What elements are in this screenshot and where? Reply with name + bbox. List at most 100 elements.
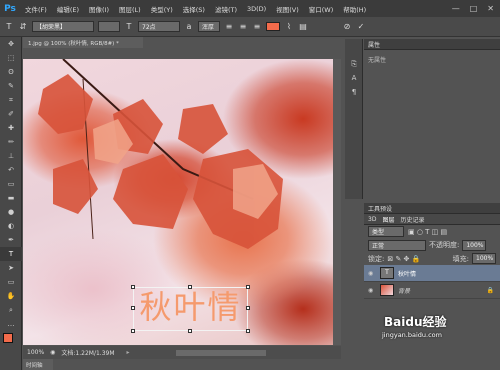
lock-icons[interactable]: ⊠ ✎ ✥ 🔒 (387, 255, 420, 263)
dodge-tool-icon[interactable]: ◐ (0, 219, 22, 233)
resize-handle[interactable] (188, 329, 192, 333)
status-bar: 100% ◉ 文档:1.22M/1.39M ▸ (23, 346, 341, 359)
properties-title[interactable]: 属性 (368, 40, 380, 49)
cancel-icon[interactable]: ⊘ (342, 22, 352, 31)
horizontal-scrollbar[interactable] (175, 349, 266, 356)
eraser-tool-icon[interactable]: ▭ (0, 177, 22, 191)
character-panel-icon[interactable]: ▤ (298, 22, 308, 31)
resize-handle[interactable] (131, 329, 135, 333)
resize-handle[interactable] (246, 329, 250, 333)
tool-presets-label[interactable]: 工具预设 (368, 204, 392, 213)
menu-help[interactable]: 帮助(H) (338, 4, 371, 14)
minimize-icon[interactable]: — (452, 4, 460, 13)
resize-handle[interactable] (131, 306, 135, 310)
opacity-label: 不透明度: (429, 241, 460, 249)
document-tab[interactable]: 1.jpg @ 100% (秋叶情, RGB/8#) * (23, 37, 143, 48)
properties-empty: 无属性 (368, 57, 387, 64)
info-icon[interactable]: ◉ (50, 349, 55, 356)
menu-3d[interactable]: 3D(D) (242, 5, 271, 13)
align-center-icon[interactable]: ≡ (238, 22, 248, 31)
paragraph-panel-icon[interactable]: ¶ (345, 85, 363, 99)
healing-brush-icon[interactable]: ✚ (0, 121, 22, 135)
antialias-select[interactable]: 浑厚 (198, 21, 220, 32)
timeline-tab[interactable]: 时间轴 (23, 359, 53, 370)
close-icon[interactable]: ✕ (487, 4, 494, 13)
quick-select-icon[interactable]: ✎ (0, 79, 22, 93)
layer-name[interactable]: 秋叶情 (398, 269, 416, 278)
history-panel-icon[interactable]: ⎘ (345, 57, 363, 71)
photoshop-logo: Ps (4, 3, 16, 14)
menu-window[interactable]: 窗口(W) (304, 4, 339, 14)
warp-text-icon[interactable]: ⌇ (284, 22, 294, 31)
fill-label: 填充: (452, 254, 469, 263)
layer-filter-select[interactable]: 类型 (368, 226, 404, 237)
brush-tool-icon[interactable]: ✏ (0, 135, 22, 149)
commit-check-icon[interactable]: ✓ (356, 22, 366, 31)
blur-tool-icon[interactable]: ● (0, 205, 22, 219)
document-info: 文档:1.22M/1.39M (61, 350, 115, 357)
blend-mode-select[interactable]: 正常 (368, 239, 426, 251)
watermark-url: jingyan.baidu.com (382, 331, 442, 339)
visibility-eye-icon[interactable]: ◉ (368, 270, 376, 277)
marquee-tool-icon[interactable]: ⬚ (0, 51, 22, 65)
shape-tool-icon[interactable]: ▭ (0, 275, 22, 289)
menu-layer[interactable]: 图层(L) (114, 4, 146, 14)
path-select-icon[interactable]: ➤ (0, 261, 22, 275)
resize-handle[interactable] (246, 306, 250, 310)
layer-name[interactable]: 背景 (398, 286, 410, 295)
menu-image[interactable]: 图像(I) (84, 4, 114, 14)
vertical-scrollbar[interactable] (333, 59, 341, 345)
resize-handle[interactable] (188, 285, 192, 289)
move-tool-icon[interactable]: ✥ (0, 37, 22, 51)
menu-file[interactable]: 文件(F) (20, 4, 52, 14)
align-left-icon[interactable]: ≡ (224, 22, 234, 31)
zoom-level[interactable]: 100% (27, 349, 44, 356)
font-style-select[interactable] (98, 21, 120, 32)
filter-icons[interactable]: ▣ ○ T ◫ ▤ (408, 228, 447, 236)
font-family-select[interactable]: 【胡荣黑】 (32, 21, 94, 32)
text-bounding-box[interactable] (131, 285, 250, 333)
font-size-select[interactable]: 72点 (138, 21, 180, 32)
layers-panel: 工具预设 3D 图层 历史记录 类型 ▣ ○ T ◫ ▤ 正常 不透明度: 10… (364, 203, 500, 370)
more-tools-icon[interactable]: … (0, 317, 22, 331)
foreground-color[interactable] (3, 333, 13, 343)
menu-edit[interactable]: 编辑(E) (52, 4, 84, 14)
maximize-icon[interactable]: □ (470, 4, 478, 13)
type-tool-icon[interactable]: T (0, 247, 22, 261)
text-orientation-icon[interactable]: ⇵ (18, 22, 28, 31)
character-panel-icon[interactable]: A (345, 71, 363, 85)
resize-handle[interactable] (246, 285, 250, 289)
color-swatches[interactable] (0, 331, 21, 353)
baidu-watermark: Baidu经验 (384, 315, 447, 329)
opacity-input[interactable]: 100% (462, 239, 487, 251)
tab-history[interactable]: 历史记录 (400, 215, 424, 224)
text-tool-icon[interactable]: T (4, 22, 14, 31)
layer-row-background[interactable]: ◉ 背景 🔒 (364, 282, 500, 299)
resize-handle[interactable] (131, 285, 135, 289)
menu-filter[interactable]: 滤镜(T) (210, 4, 242, 14)
tab-layers[interactable]: 图层 (382, 215, 394, 224)
lasso-tool-icon[interactable]: ʘ (0, 65, 22, 79)
align-right-icon[interactable]: ≡ (252, 22, 262, 31)
menu-select[interactable]: 选择(S) (178, 4, 210, 14)
background-layer-thumbnail (380, 284, 394, 296)
menu-view[interactable]: 视图(V) (271, 4, 304, 14)
eyedropper-icon[interactable]: ✐ (0, 107, 22, 121)
text-layer-thumbnail: T (380, 267, 394, 279)
text-color-swatch[interactable] (266, 22, 280, 31)
zoom-tool-icon[interactable]: ⌕ (0, 303, 22, 317)
lock-icon: 🔒 (486, 286, 494, 294)
fill-input[interactable]: 100% (472, 253, 496, 264)
history-brush-icon[interactable]: ↶ (0, 163, 22, 177)
gradient-tool-icon[interactable]: ▬ (0, 191, 22, 205)
tab-3d[interactable]: 3D (368, 216, 376, 223)
visibility-eye-icon[interactable]: ◉ (368, 287, 376, 294)
clone-stamp-icon[interactable]: ⊥ (0, 149, 22, 163)
crop-tool-icon[interactable]: ⌗ (0, 93, 22, 107)
menu-type[interactable]: 类型(Y) (146, 4, 178, 14)
font-size-icon: T (126, 22, 132, 31)
status-arrow-icon[interactable]: ▸ (127, 349, 130, 356)
pen-tool-icon[interactable]: ✒ (0, 233, 22, 247)
hand-tool-icon[interactable]: ✋ (0, 289, 22, 303)
layer-row-text[interactable]: ◉ T 秋叶情 (364, 265, 500, 282)
